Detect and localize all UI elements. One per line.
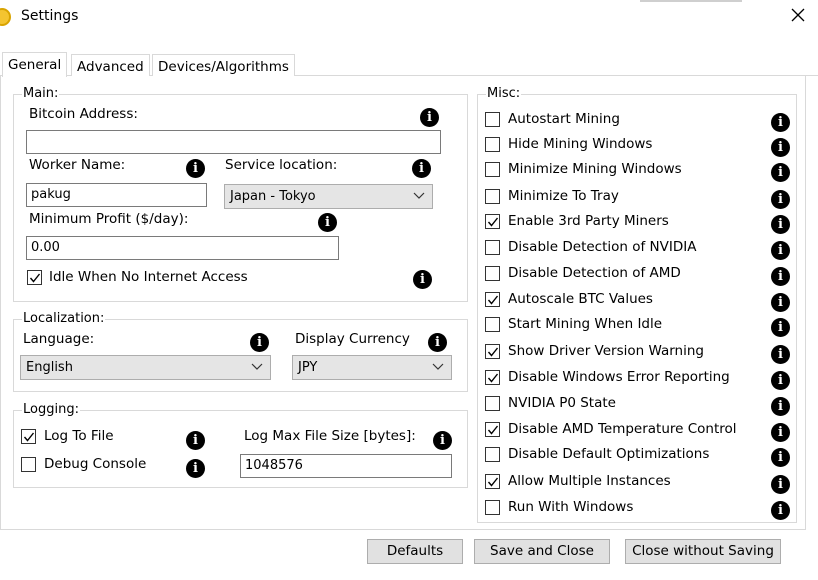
misc-info-icon[interactable]: i bbox=[771, 190, 790, 209]
misc-legend: Misc: bbox=[486, 86, 522, 102]
misc-checkbox[interactable] bbox=[485, 344, 500, 359]
idle-no-internet-checkbox[interactable] bbox=[27, 270, 42, 285]
service-location-value: Japan - Tokyo bbox=[230, 189, 316, 204]
display-currency-select[interactable]: JPY bbox=[292, 355, 452, 380]
misc-option-label: Autoscale BTC Values bbox=[508, 291, 653, 307]
misc-checkbox[interactable] bbox=[485, 189, 500, 204]
min-profit-info-icon[interactable]: i bbox=[318, 213, 337, 232]
misc-checkbox[interactable] bbox=[485, 266, 500, 281]
misc-option-label: Show Driver Version Warning bbox=[508, 343, 704, 359]
idle-no-internet-label: Idle When No Internet Access bbox=[49, 269, 248, 285]
window-title: Settings bbox=[21, 8, 79, 24]
language-select[interactable]: English bbox=[20, 355, 271, 380]
misc-info-icon[interactable]: i bbox=[771, 448, 790, 467]
log-max-size-info-icon[interactable]: i bbox=[433, 431, 452, 450]
misc-info-icon[interactable]: i bbox=[771, 397, 790, 416]
misc-info-icon[interactable]: i bbox=[771, 293, 790, 312]
tab-devices-algorithms[interactable]: Devices/Algorithms bbox=[152, 54, 295, 76]
misc-checkbox[interactable] bbox=[485, 422, 500, 437]
log-to-file-checkbox[interactable] bbox=[21, 429, 36, 444]
debug-console-label: Debug Console bbox=[44, 456, 147, 472]
chevron-down-icon bbox=[432, 363, 444, 370]
log-max-size-label: Log Max File Size [bytes]: bbox=[244, 428, 416, 444]
save-and-close-button[interactable]: Save and Close bbox=[474, 539, 610, 564]
misc-option-label: Disable Detection of NVIDIA bbox=[508, 239, 697, 255]
logging-legend: Logging: bbox=[22, 402, 80, 418]
misc-option-label: Enable 3rd Party Miners bbox=[508, 213, 669, 229]
misc-checkbox[interactable] bbox=[485, 370, 500, 385]
service-location-label: Service location: bbox=[225, 157, 338, 173]
misc-info-icon[interactable]: i bbox=[771, 241, 790, 260]
misc-option-label: Disable Windows Error Reporting bbox=[508, 369, 730, 385]
service-info-icon[interactable]: i bbox=[412, 159, 431, 178]
titlebar-decoration bbox=[640, 0, 742, 2]
misc-info-icon[interactable]: i bbox=[771, 215, 790, 234]
misc-info-icon[interactable]: i bbox=[771, 113, 790, 132]
misc-checkbox[interactable] bbox=[485, 240, 500, 255]
misc-checkbox[interactable] bbox=[485, 447, 500, 462]
localization-legend: Localization: bbox=[22, 311, 106, 327]
misc-checkbox[interactable] bbox=[485, 112, 500, 127]
bitcoin-address-label: Bitcoin Address: bbox=[29, 106, 138, 122]
misc-option-label: Disable AMD Temperature Control bbox=[508, 421, 737, 437]
bitcoin-address-input[interactable] bbox=[26, 130, 441, 154]
currency-info-icon[interactable]: i bbox=[428, 333, 447, 352]
misc-checkbox[interactable] bbox=[485, 137, 500, 152]
min-profit-label: Minimum Profit ($/day): bbox=[29, 211, 189, 227]
misc-info-icon[interactable]: i bbox=[771, 423, 790, 442]
display-currency-label: Display Currency bbox=[295, 331, 410, 347]
log-to-file-info-icon[interactable]: i bbox=[186, 431, 205, 450]
tab-advanced[interactable]: Advanced bbox=[71, 54, 150, 76]
misc-info-icon[interactable]: i bbox=[771, 345, 790, 364]
worker-name-input[interactable]: pakug bbox=[26, 183, 207, 207]
misc-option-label: Disable Default Optimizations bbox=[508, 446, 710, 462]
misc-info-icon[interactable]: i bbox=[771, 138, 790, 157]
misc-checkbox[interactable] bbox=[485, 214, 500, 229]
misc-option-label: Minimize To Tray bbox=[508, 188, 619, 204]
misc-option-label: Start Mining When Idle bbox=[508, 316, 663, 332]
misc-checkbox[interactable] bbox=[485, 474, 500, 489]
misc-info-icon[interactable]: i bbox=[771, 371, 790, 390]
bitcoin-info-icon[interactable]: i bbox=[420, 108, 439, 127]
worker-info-icon[interactable]: i bbox=[186, 159, 205, 178]
misc-option-label: Run With Windows bbox=[508, 499, 634, 515]
service-location-select[interactable]: Japan - Tokyo bbox=[224, 184, 433, 209]
misc-info-icon[interactable]: i bbox=[771, 475, 790, 494]
misc-info-icon[interactable]: i bbox=[771, 501, 790, 520]
language-label: Language: bbox=[23, 331, 95, 347]
chevron-down-icon bbox=[413, 192, 425, 199]
tab-general[interactable]: General bbox=[2, 52, 68, 77]
misc-option-label: NVIDIA P0 State bbox=[508, 395, 616, 411]
misc-option-label: Allow Multiple Instances bbox=[508, 473, 671, 489]
min-profit-input[interactable]: 0.00 bbox=[26, 236, 339, 260]
misc-checkbox[interactable] bbox=[485, 500, 500, 515]
worker-name-label: Worker Name: bbox=[29, 157, 126, 173]
language-value: English bbox=[26, 360, 73, 375]
close-icon[interactable] bbox=[789, 6, 807, 24]
misc-option-label: Minimize Mining Windows bbox=[508, 161, 682, 177]
log-max-size-input[interactable]: 1048576 bbox=[240, 454, 452, 478]
close-without-saving-button[interactable]: Close without Saving bbox=[625, 539, 781, 564]
debug-console-info-icon[interactable]: i bbox=[186, 459, 205, 478]
main-legend: Main: bbox=[22, 86, 60, 102]
misc-info-icon[interactable]: i bbox=[771, 267, 790, 286]
misc-info-icon[interactable]: i bbox=[771, 318, 790, 337]
misc-checkbox[interactable] bbox=[485, 317, 500, 332]
defaults-button[interactable]: Defaults bbox=[367, 539, 463, 564]
misc-option-label: Hide Mining Windows bbox=[508, 136, 653, 152]
misc-checkbox[interactable] bbox=[485, 396, 500, 411]
language-info-icon[interactable]: i bbox=[250, 333, 269, 352]
idle-info-icon[interactable]: i bbox=[413, 270, 432, 289]
chevron-down-icon bbox=[251, 363, 263, 370]
log-to-file-label: Log To File bbox=[44, 428, 114, 444]
misc-checkbox[interactable] bbox=[485, 162, 500, 177]
currency-value: JPY bbox=[298, 360, 318, 375]
misc-option-label: Autostart Mining bbox=[508, 111, 620, 127]
misc-option-label: Disable Detection of AMD bbox=[508, 265, 681, 281]
misc-info-icon[interactable]: i bbox=[771, 163, 790, 182]
misc-checkbox[interactable] bbox=[485, 292, 500, 307]
app-icon bbox=[0, 8, 11, 26]
debug-console-checkbox[interactable] bbox=[21, 457, 36, 472]
